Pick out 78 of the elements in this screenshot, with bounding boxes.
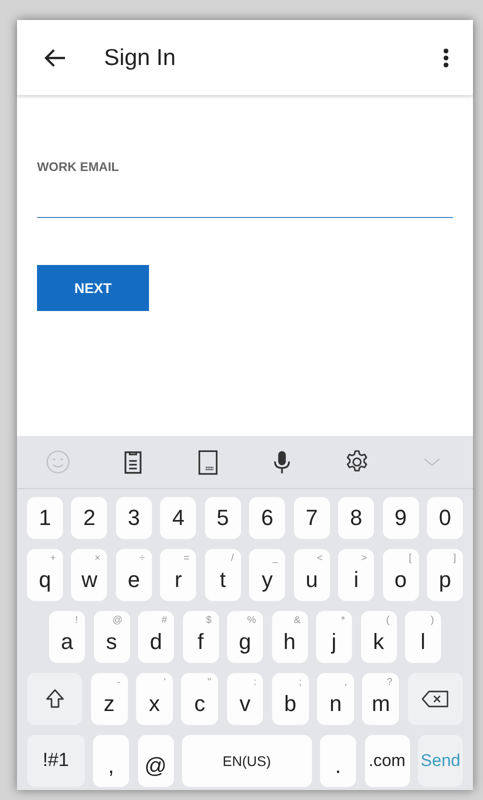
keyboard-key[interactable]: 7 bbox=[294, 497, 330, 539]
keyboard-key[interactable]: q + bbox=[27, 549, 63, 601]
key-hint: ! bbox=[75, 615, 78, 626]
keyboard-key[interactable]: 8 bbox=[338, 497, 374, 539]
keyboard-key[interactable]: b ; bbox=[272, 673, 309, 725]
key-hint: ÷ bbox=[139, 553, 145, 564]
key-hint: [ bbox=[408, 553, 412, 564]
keyboard-key[interactable]: t / bbox=[204, 549, 241, 601]
keyboard-key[interactable]: w × bbox=[71, 549, 108, 601]
keyboard-key[interactable]: 1 bbox=[27, 497, 63, 539]
field-label: WORK EMAIL bbox=[37, 160, 120, 174]
key-hint: # bbox=[161, 615, 167, 626]
key-hint: & bbox=[294, 615, 300, 626]
keyboard-key[interactable]: r = bbox=[160, 549, 196, 601]
keyboard-key[interactable]: d # bbox=[138, 611, 174, 663]
keyboard-key[interactable]: s @ bbox=[94, 611, 130, 663]
keyboard-key[interactable]: m ? bbox=[362, 673, 400, 725]
keyboard-key[interactable]: h & bbox=[272, 611, 308, 663]
keyboard-key[interactable]: @ bbox=[138, 735, 174, 787]
key-hint: / bbox=[230, 553, 234, 564]
backspace-key[interactable] bbox=[408, 673, 463, 725]
key-hint: $ bbox=[206, 615, 212, 626]
keyboard-key[interactable]: x ' bbox=[136, 673, 173, 725]
keyboard-key[interactable]: 2 bbox=[71, 497, 108, 539]
more-icon bbox=[443, 48, 449, 68]
symbols-key[interactable]: !#1 bbox=[27, 735, 85, 787]
keyboard-key[interactable]: 3 bbox=[116, 497, 152, 539]
key-hint: % bbox=[247, 615, 256, 626]
keyboard-key[interactable]: z - bbox=[90, 673, 128, 725]
key-hint: " bbox=[208, 677, 212, 688]
keyboard-key[interactable]: i > bbox=[338, 549, 374, 601]
key-hint: - bbox=[117, 677, 120, 688]
back-arrow-icon bbox=[44, 48, 66, 66]
keyboard-key[interactable]: u < bbox=[294, 549, 330, 601]
key-hint: : bbox=[254, 677, 256, 688]
space-key[interactable]: EN(US) bbox=[182, 735, 312, 787]
keyboard-key[interactable]: 4 bbox=[160, 497, 196, 539]
keyboard-key[interactable]: j * bbox=[316, 611, 352, 663]
emoji-icon bbox=[45, 449, 72, 475]
keyboard-key[interactable]: g % bbox=[227, 611, 263, 663]
keyboard-key[interactable]: . bbox=[320, 735, 356, 787]
keyboard-key[interactable]: p ] bbox=[427, 549, 464, 601]
key-hint: ; bbox=[298, 677, 302, 688]
keyboard-key[interactable]: k ( bbox=[360, 611, 396, 663]
keyboard-key[interactable]: 0 bbox=[427, 497, 464, 539]
key-hint: ' bbox=[164, 677, 166, 688]
keyboard-key[interactable]: 6 bbox=[249, 497, 286, 539]
keyboard-key[interactable]: f $ bbox=[182, 611, 218, 663]
key-hint: × bbox=[94, 553, 100, 564]
key-hint: ( bbox=[386, 615, 390, 626]
keyboard-key[interactable]: o [ bbox=[382, 549, 419, 601]
domain-key[interactable]: .com bbox=[364, 735, 410, 787]
key-hint: = bbox=[183, 553, 190, 564]
key-hint: , bbox=[344, 677, 347, 688]
screen-title: Sign In bbox=[104, 44, 177, 71]
key-hint: * bbox=[341, 615, 345, 626]
key-hint: + bbox=[50, 553, 56, 564]
keyboard-key[interactable]: 9 bbox=[382, 497, 419, 539]
keyboard-key[interactable]: , bbox=[93, 735, 130, 787]
key-hint: ) bbox=[430, 615, 434, 626]
key-hint: > bbox=[361, 553, 368, 564]
shift-key[interactable] bbox=[27, 673, 82, 725]
keyboard-key[interactable]: 5 bbox=[204, 497, 241, 539]
key-hint: ] bbox=[453, 553, 456, 564]
key-hint: _ bbox=[272, 553, 278, 564]
keyboard-key[interactable]: v : bbox=[226, 673, 264, 725]
key-hint: ? bbox=[386, 677, 392, 688]
shift-icon bbox=[44, 688, 65, 710]
keyboard-key[interactable]: l ) bbox=[405, 611, 441, 663]
keyboard-key[interactable]: e ÷ bbox=[116, 549, 152, 601]
keyboard-key[interactable]: c " bbox=[181, 673, 218, 725]
next-button[interactable]: NEXT bbox=[37, 265, 149, 311]
keyboard-key[interactable]: a ! bbox=[49, 611, 85, 663]
keyboard-key[interactable]: n , bbox=[317, 673, 354, 725]
key-hint: @ bbox=[112, 615, 122, 626]
key-hint: < bbox=[316, 553, 323, 564]
backspace-icon bbox=[421, 690, 450, 708]
keyboard-key[interactable]: y _ bbox=[249, 549, 286, 601]
